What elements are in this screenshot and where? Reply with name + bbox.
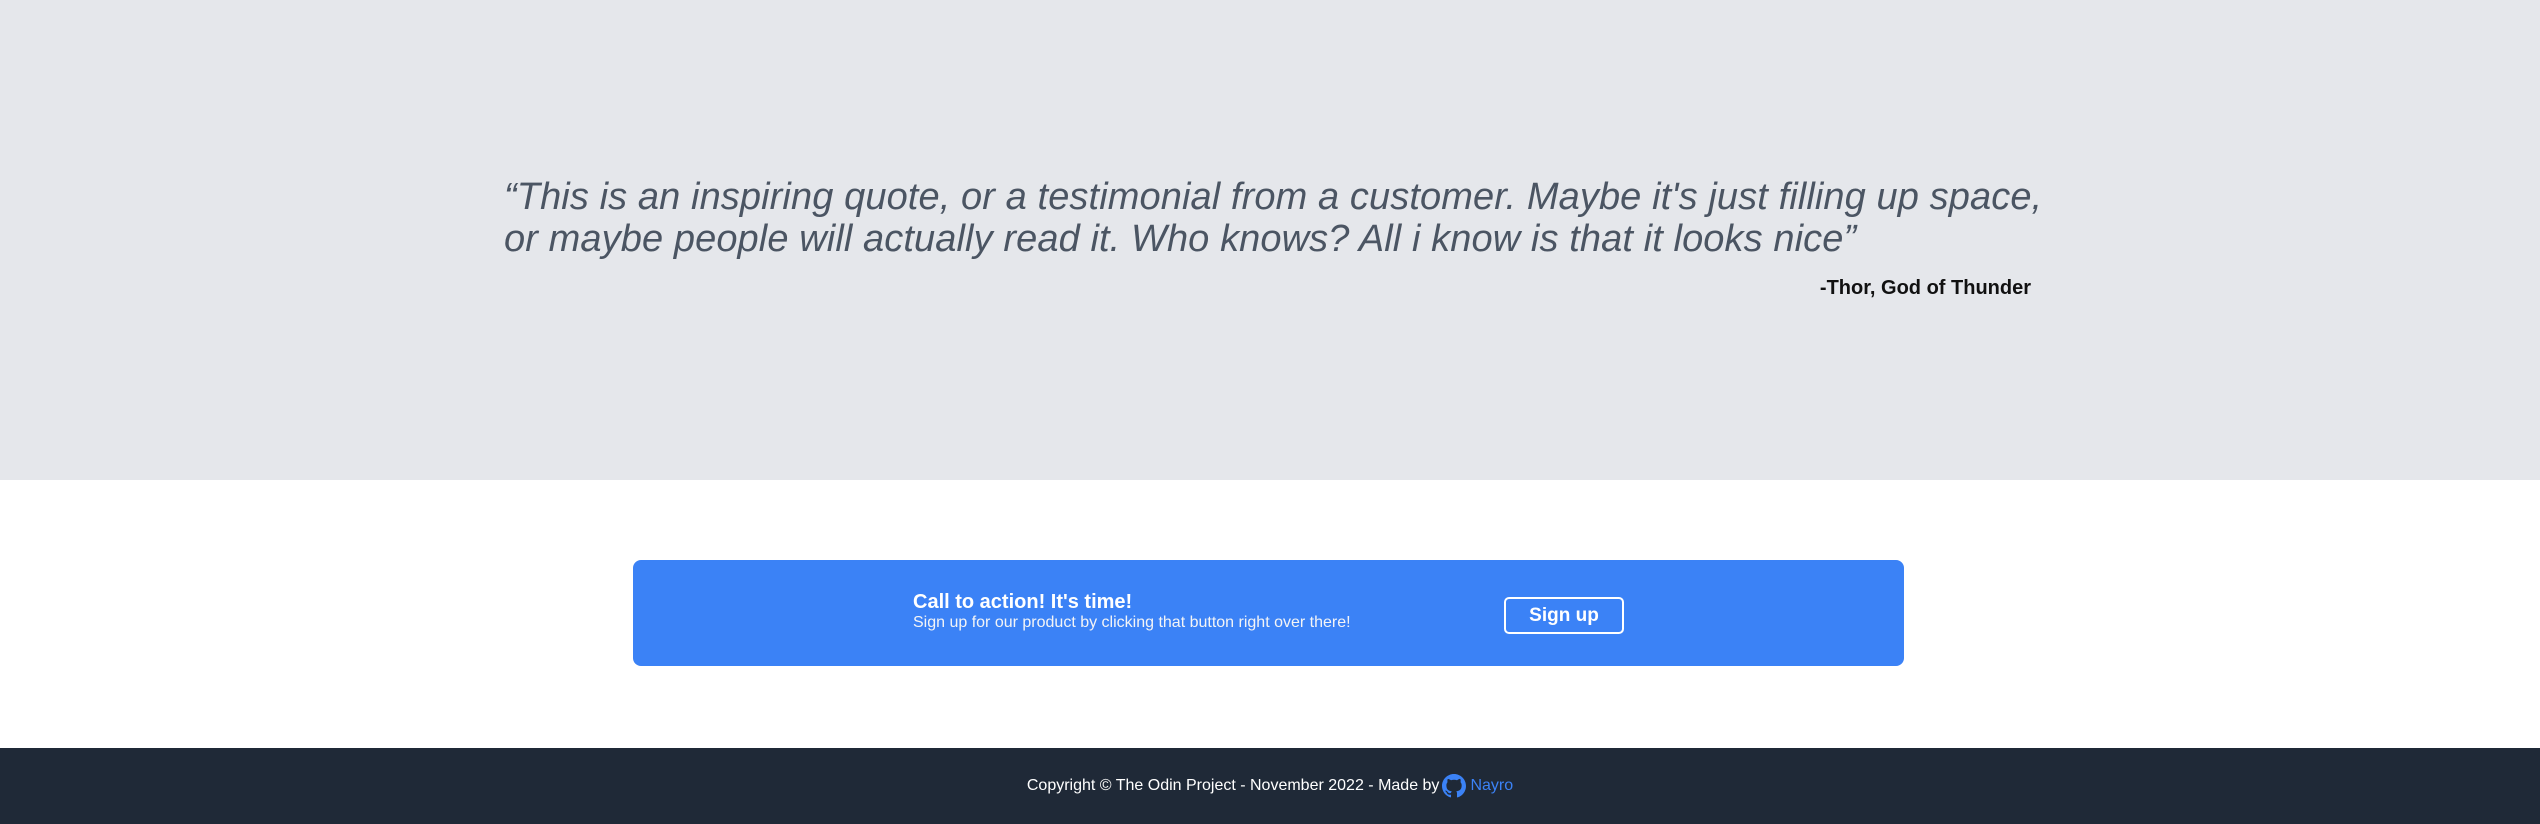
quote-text: “This is an inspiring quote, or a testim… bbox=[504, 176, 2043, 260]
cta-title: Call to action! It's time! bbox=[913, 591, 1133, 613]
github-author-name: Nayro bbox=[1470, 777, 1514, 794]
cta-section: Call to action! It's time! Sign up for o… bbox=[0, 480, 2540, 748]
quote-section: “This is an inspiring quote, or a testim… bbox=[0, 0, 2540, 480]
cta-box: Call to action! It's time! Sign up for o… bbox=[633, 560, 1904, 666]
github-icon bbox=[1442, 774, 1467, 798]
footer: Copyright © The Odin Project - November … bbox=[0, 748, 2540, 824]
quote-author: -Thor, God of Thunder bbox=[1819, 277, 2031, 299]
cta-subtitle: Sign up for our product by clicking that… bbox=[913, 614, 1351, 631]
github-profile-link[interactable]: Nayro bbox=[1442, 774, 1513, 798]
footer-content: Copyright © The Odin Project - November … bbox=[1027, 774, 1513, 798]
footer-copyright: Copyright © The Odin Project - November … bbox=[1026, 777, 1440, 794]
sign-up-button[interactable]: Sign up bbox=[1504, 597, 1624, 634]
